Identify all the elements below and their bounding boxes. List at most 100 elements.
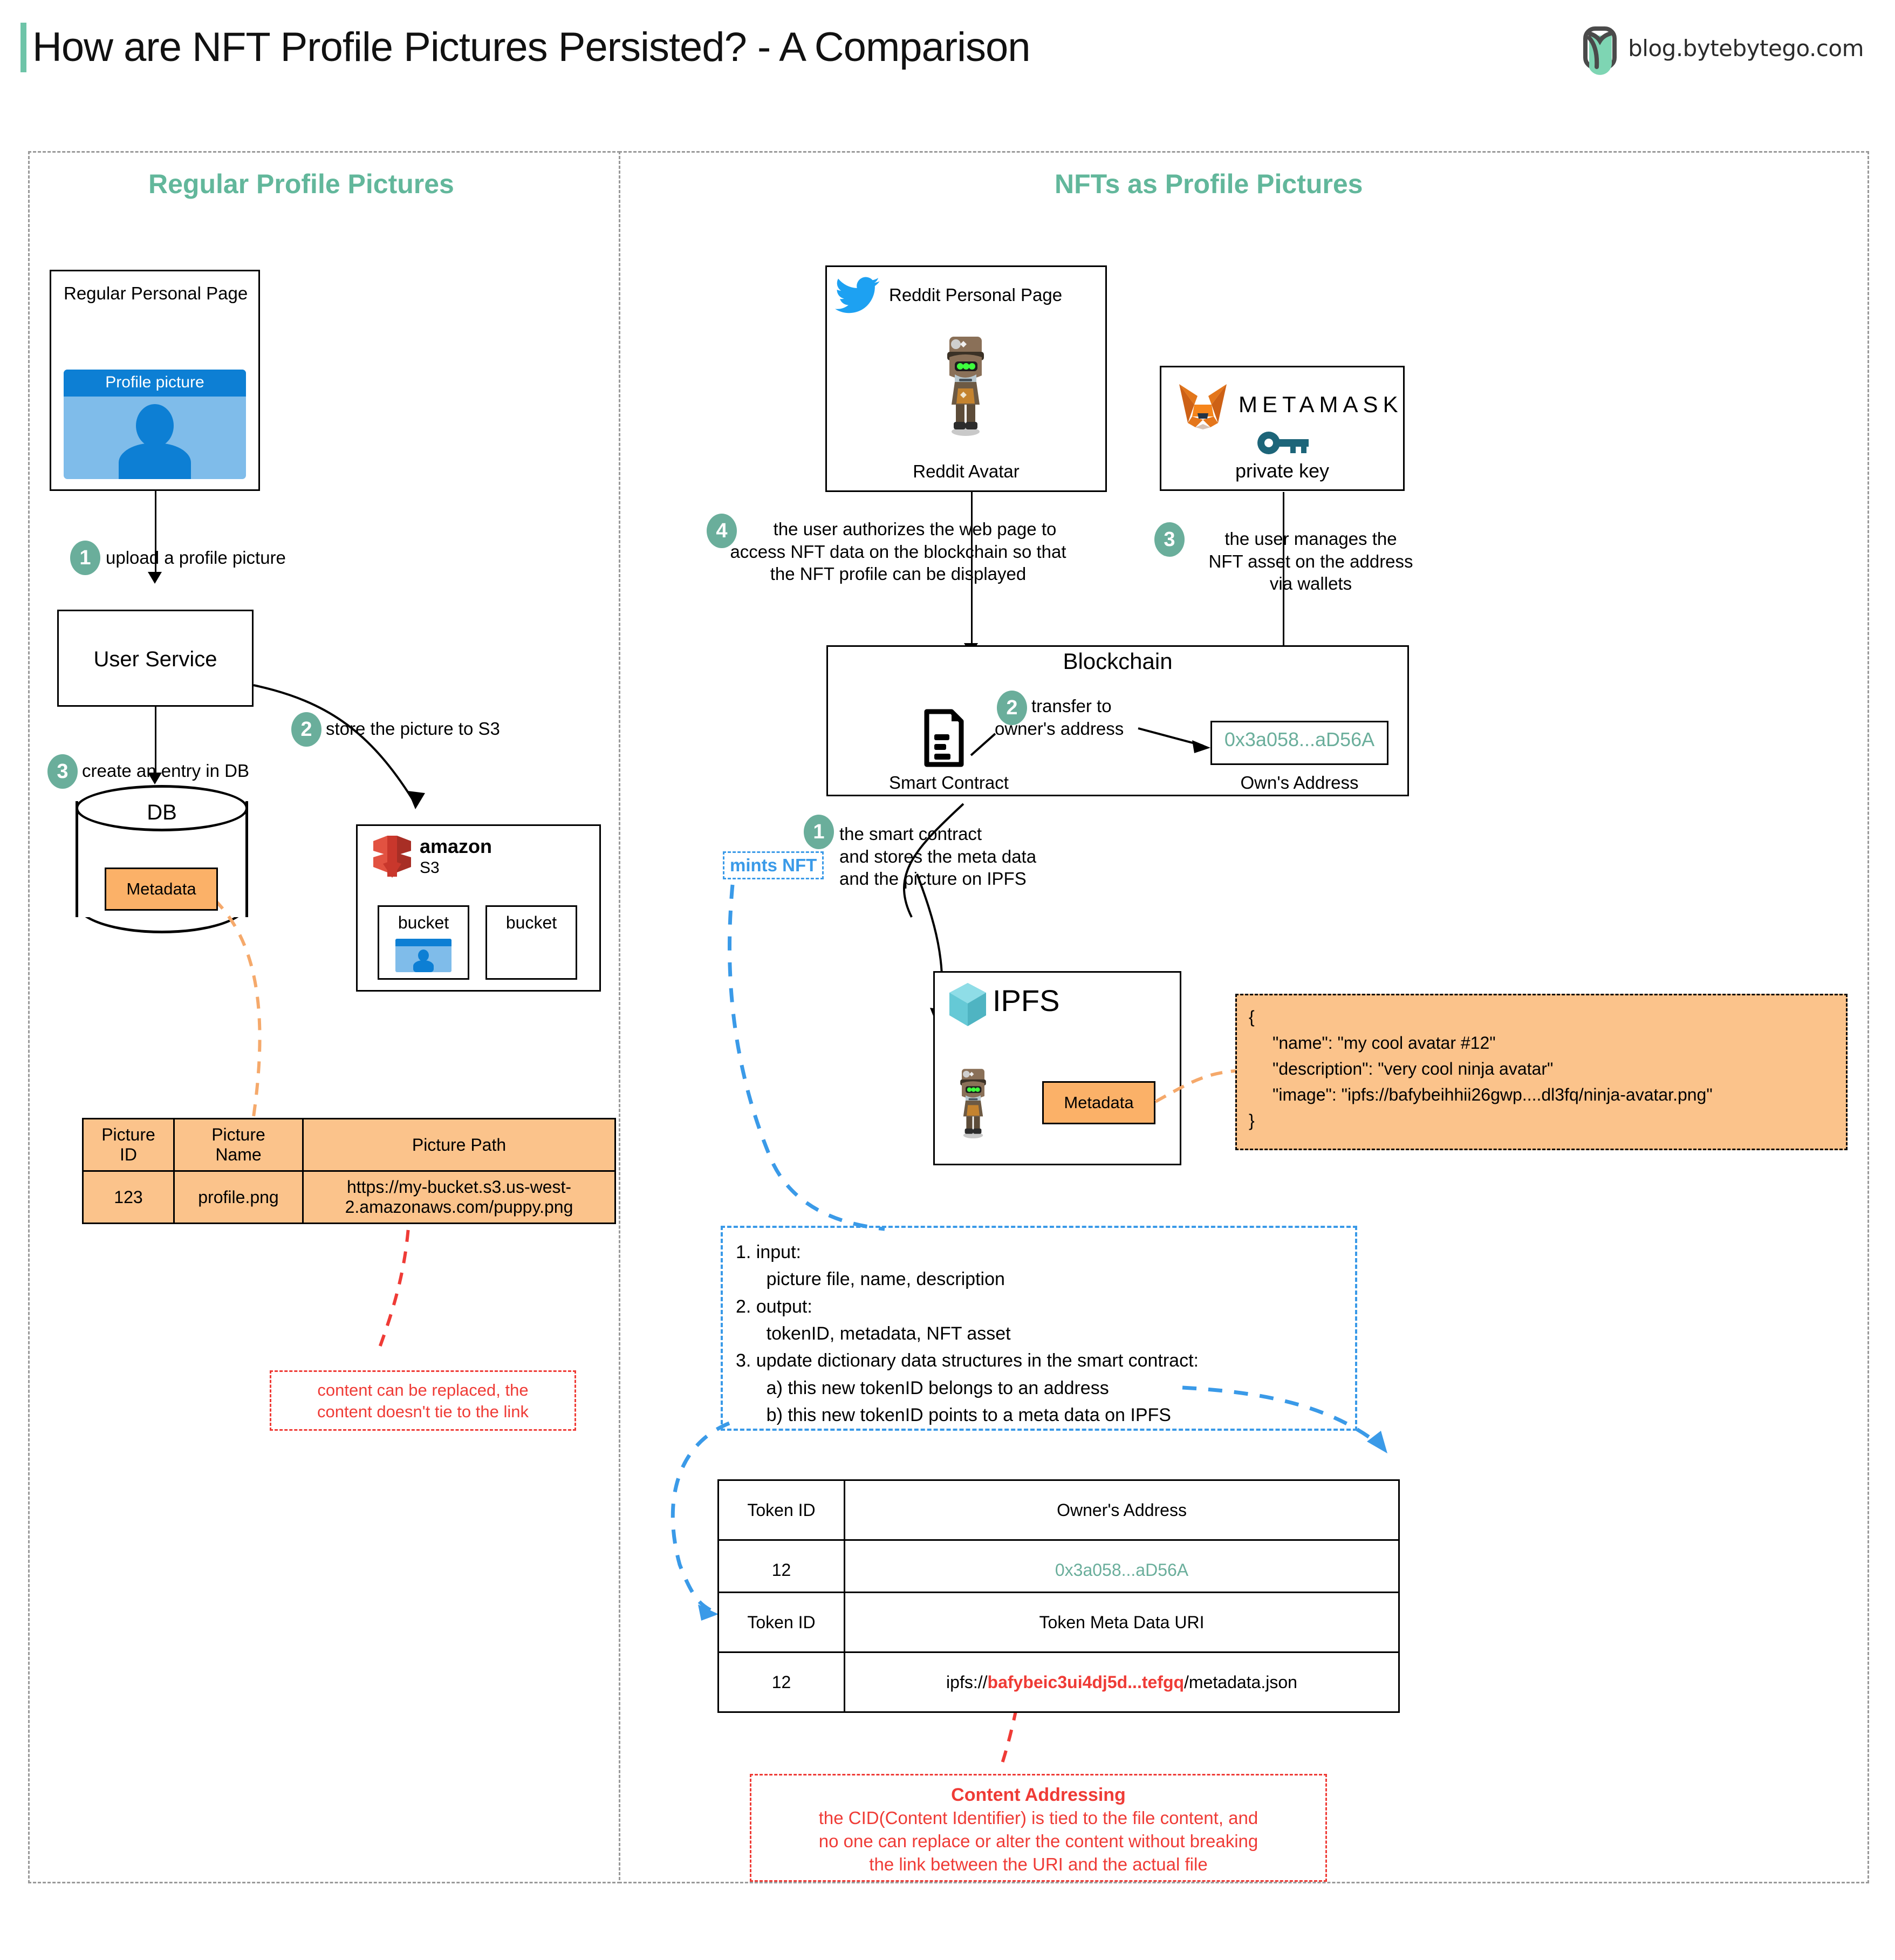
s3-product-label: S3 bbox=[420, 859, 440, 877]
db-metadata-chip: Metadata bbox=[105, 868, 218, 911]
content-addressing-line-1: the CID(Content Identifier) is tied to t… bbox=[818, 1808, 1258, 1828]
table-row: 12 ipfs://bafybeic3ui4dj5d...tefgq/metad… bbox=[717, 1651, 1400, 1713]
warning-line-2: content doesn't tie to the link bbox=[317, 1402, 529, 1422]
step-text-2-line-1: transfer to bbox=[1031, 696, 1112, 716]
cell-picture-name: profile.png bbox=[173, 1170, 304, 1224]
cell-owner-address: 0x3a058...aD56A bbox=[844, 1539, 1400, 1601]
token-owner-table: Token ID Owner's Address 12 0x3a058...aD… bbox=[717, 1479, 1400, 1601]
metamask-caption: private key bbox=[1235, 460, 1330, 482]
cell-token-uri: ipfs://bafybeic3ui4dj5d...tefgq/metadata… bbox=[844, 1651, 1400, 1713]
table-row: 123 profile.png https://my-bucket.s3.us-… bbox=[82, 1170, 616, 1224]
ipfs-metadata-chip: Metadata bbox=[1042, 1081, 1155, 1124]
panel-divider bbox=[619, 151, 620, 1880]
step-badge-2: 2 bbox=[291, 712, 321, 747]
step-text-4-line-2: access NFT data on the blockchain so tha… bbox=[730, 541, 1066, 562]
content-addressing-note: Content Addressing the CID(Content Ident… bbox=[750, 1774, 1327, 1882]
profile-picture-avatar-icon bbox=[64, 397, 246, 479]
step-text-3-line-3: via wallets bbox=[1269, 573, 1352, 594]
step-text-2-line-2: owner's address bbox=[995, 718, 1124, 739]
ipfs-cube-icon bbox=[947, 981, 988, 1028]
column-header-token-id: Token ID bbox=[717, 1479, 845, 1541]
step-text-1: upload a profile picture bbox=[106, 548, 286, 568]
picture-table: Picture ID Picture Name Picture Path 123 p… bbox=[82, 1118, 616, 1224]
brand-name: blog.bytebytego.com bbox=[1628, 35, 1864, 62]
s3-bucket-2-label: bucket bbox=[505, 913, 557, 932]
column-header-picture-name: Picture Name bbox=[173, 1118, 304, 1172]
table-header-row: Token ID Owner's Address bbox=[717, 1479, 1400, 1541]
cell-token-id-2: 12 bbox=[717, 1651, 845, 1713]
brand-logo-and-name: blog.bytebytego.com bbox=[1582, 26, 1864, 75]
panel-right-title: NFTs as Profile Pictures bbox=[1055, 169, 1363, 199]
user-service-label: User Service bbox=[93, 647, 217, 671]
spec-line-6: a) this new tokenID belongs to an addres… bbox=[736, 1377, 1109, 1398]
step-badge-1-right: 1 bbox=[804, 815, 834, 849]
title-accent-bar bbox=[20, 23, 26, 72]
step-text-1-line-2: and stores the meta data bbox=[839, 846, 1037, 866]
smart-contract-spec-box: 1. input: picture file, name, descriptio… bbox=[721, 1226, 1357, 1431]
reddit-personal-page-title: Reddit Personal Page bbox=[889, 285, 1063, 305]
table-row: 12 0x3a058...aD56A bbox=[717, 1539, 1400, 1601]
metamask-fox-icon bbox=[1176, 381, 1230, 431]
nft-metadata-json-box: { "name": "my cool avatar #12" "descript… bbox=[1235, 994, 1848, 1150]
column-header-token-meta-data-uri: Token Meta Data URI bbox=[844, 1592, 1400, 1653]
s3-bucket-1-thumbnail bbox=[395, 939, 451, 972]
cell-picture-path: https://my-bucket.s3.us-west- 2.amazonaws… bbox=[302, 1170, 616, 1224]
table-header-row: Token ID Token Meta Data URI bbox=[717, 1592, 1400, 1653]
profile-picture-widget-label: Profile picture bbox=[64, 370, 246, 397]
blockchain-title: Blockchain bbox=[1063, 648, 1173, 674]
content-addressing-title: Content Addressing bbox=[951, 1785, 1126, 1805]
content-addressing-line-3: the link between the URI and the actual … bbox=[869, 1854, 1208, 1874]
page-title: How are NFT Profile Pictures Persisted? … bbox=[32, 24, 1031, 70]
ipfs-avatar-thumbnail bbox=[950, 1060, 996, 1141]
warning-content-replaced: content can be replaced, the content doe… bbox=[270, 1370, 576, 1431]
spec-line-3: 2. output: bbox=[736, 1296, 812, 1317]
private-key-icon bbox=[1257, 431, 1311, 455]
spec-line-4: tokenID, metadata, NFT asset bbox=[736, 1323, 1011, 1344]
reddit-avatar-caption: Reddit Avatar bbox=[913, 461, 1020, 481]
column-header-picture-id: Picture ID bbox=[82, 1118, 175, 1172]
content-addressing-line-2: no one can replace or alter the content … bbox=[818, 1831, 1258, 1852]
step-badge-1: 1 bbox=[70, 541, 100, 575]
amazon-brand-label: amazon bbox=[420, 835, 492, 857]
table-header-row: Picture ID Picture Name Picture Path bbox=[82, 1118, 616, 1172]
amazon-s3-icon bbox=[371, 834, 413, 879]
uri-prefix: ipfs:// bbox=[946, 1672, 988, 1692]
smart-contract-caption: Smart Contract bbox=[889, 773, 1009, 793]
panel-left-title: Regular Profile Pictures bbox=[148, 169, 454, 199]
regular-personal-page-title: Regular Personal Page bbox=[64, 283, 248, 303]
metamask-brand-label: METAMASK bbox=[1239, 392, 1403, 417]
step-text-4: the user authorizes the web page to acce… bbox=[701, 518, 1095, 585]
warning-line-1: content can be replaced, the bbox=[317, 1381, 529, 1399]
token-uri-table: Token ID Token Meta Data URI 12 ipfs://b… bbox=[717, 1592, 1400, 1713]
ipfs-title: IPFS bbox=[993, 984, 1060, 1017]
json-name-field: "name": "my cool avatar #12" bbox=[1273, 1033, 1496, 1053]
json-image-field: "image": "ipfs://bafybeihhii26gwp....dl3… bbox=[1273, 1085, 1713, 1104]
mints-nft-badge: mints NFT bbox=[723, 851, 824, 879]
json-open-brace: { bbox=[1249, 1007, 1255, 1027]
step-text-3-right: the user manages the NFT asset on the ad… bbox=[1187, 528, 1435, 595]
cell-token-id: 12 bbox=[717, 1539, 845, 1601]
step-text-2-right: transfer to owner's address bbox=[995, 695, 1124, 740]
owners-address-caption: Own's Address bbox=[1240, 773, 1359, 793]
reddit-avatar-image bbox=[933, 328, 998, 436]
arrow-head-page-to-service bbox=[148, 572, 162, 584]
twitter-bird-icon bbox=[835, 276, 880, 315]
spec-line-1: 1. input: bbox=[736, 1242, 801, 1262]
step-badge-3: 3 bbox=[47, 754, 78, 789]
uri-suffix: /metadata.json bbox=[1184, 1672, 1297, 1692]
step-text-3-line-1: the user manages the bbox=[1224, 529, 1397, 549]
spec-line-7: b) this new tokenID points to a meta dat… bbox=[736, 1404, 1171, 1425]
step-text-1-right: the smart contract and stores the meta d… bbox=[839, 823, 1036, 890]
column-header-picture-path: Picture Path bbox=[302, 1118, 616, 1172]
smart-contract-document-icon bbox=[923, 709, 964, 767]
profile-picture-widget: Profile picture bbox=[64, 370, 246, 479]
step-text-4-line-1: the user authorizes the web page to bbox=[773, 519, 1057, 539]
spec-line-2: picture file, name, description bbox=[736, 1269, 1005, 1290]
step-text-1-line-1: the smart contract bbox=[839, 824, 982, 844]
step-text-2: store the picture to S3 bbox=[326, 719, 500, 739]
step-text-3: create an entry in DB bbox=[82, 761, 249, 781]
step-text-4-line-3: the NFT profile can be displayed bbox=[770, 564, 1027, 584]
cell-picture-id: 123 bbox=[82, 1170, 175, 1224]
json-description-field: "description": "very cool ninja avatar" bbox=[1273, 1059, 1554, 1078]
column-header-owners-address: Owner's Address bbox=[844, 1479, 1400, 1541]
